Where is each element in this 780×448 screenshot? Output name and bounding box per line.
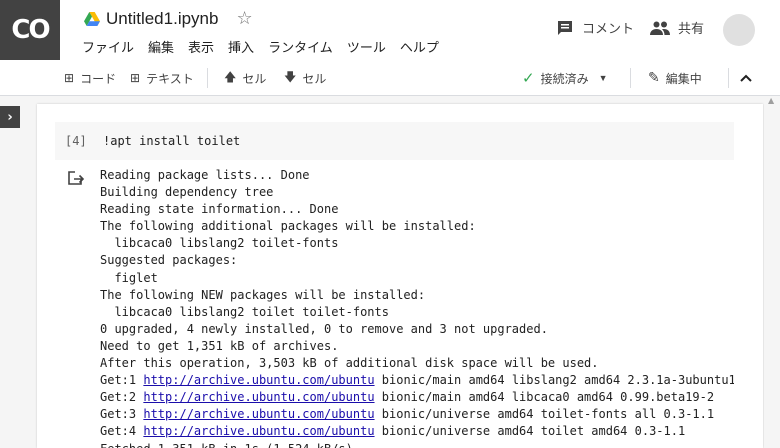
chevron-down-icon: ▼ bbox=[598, 73, 608, 83]
notebook-title[interactable]: Untitled1.ipynb bbox=[106, 9, 218, 29]
output-line-suffix: bionic/main amd64 libcaca0 amd64 0.99.be… bbox=[374, 390, 715, 405]
title-row: Untitled1.ipynb ☆ bbox=[84, 8, 253, 30]
add-code-button[interactable]: ⊞ コード bbox=[64, 60, 116, 96]
plus-icon: ⊞ bbox=[64, 71, 75, 85]
avatar[interactable] bbox=[723, 14, 755, 46]
sidebar-toggle-chevron-right-icon[interactable]: › bbox=[0, 106, 20, 128]
output-link[interactable]: http://archive.ubuntu.com/ubuntu bbox=[143, 373, 374, 387]
output-line: libcaca0 libslang2 toilet-fonts bbox=[100, 236, 339, 251]
output-link[interactable]: http://archive.ubuntu.com/ubuntu bbox=[143, 424, 374, 438]
notebook-area: › [4] !apt install toilet Reading packag… bbox=[0, 96, 780, 448]
move-cell-down-button[interactable]: 🡇 セル bbox=[284, 60, 326, 96]
output-line: Reading package lists... Done bbox=[100, 168, 310, 182]
output-line: Get:3 http://archive.ubuntu.com/ubuntu b… bbox=[100, 406, 734, 423]
comment-icon bbox=[558, 20, 572, 35]
menu-file[interactable]: ファイル bbox=[82, 37, 140, 56]
menu-bar: ファイル 編集 表示 挿入 ランタイム ツール ヘルプ bbox=[82, 37, 453, 56]
output-line: libcaca0 libslang2 toilet toilet-fonts bbox=[100, 304, 389, 319]
scroll-up-arrow-icon[interactable]: ▲ bbox=[768, 96, 774, 105]
add-text-label: テキスト bbox=[146, 71, 194, 86]
output-line: After this operation, 3,503 kB of additi… bbox=[100, 356, 599, 371]
output-line: Get:2 http://archive.ubuntu.com/ubuntu b… bbox=[100, 389, 734, 406]
menu-view[interactable]: 表示 bbox=[188, 37, 220, 56]
cell-input[interactable]: [4] !apt install toilet bbox=[55, 122, 734, 160]
comment-label: コメント bbox=[582, 21, 635, 36]
cell-output: Reading package lists... Done Building de… bbox=[100, 167, 734, 448]
output-line: Get:1 http://archive.ubuntu.com/ubuntu b… bbox=[100, 372, 734, 389]
output-line: The following NEW packages will be insta… bbox=[100, 287, 426, 302]
output-line-prefix: Get:2 bbox=[100, 390, 144, 405]
arrow-down-icon: 🡇 bbox=[284, 69, 297, 84]
people-icon bbox=[650, 21, 670, 35]
output-line: Get:4 http://archive.ubuntu.com/ubuntu b… bbox=[100, 423, 734, 440]
output-line-suffix: bionic/main amd64 libslang2 amd64 2.3.1a… bbox=[374, 373, 734, 388]
notebook-toolbar: ⊞ コード ⊞ テキスト 🡅 セル 🡇 セル ✓ 接続済み ▼ ✎ 編集中 bbox=[0, 60, 780, 96]
output-line: Building dependency tree bbox=[100, 185, 274, 200]
google-drive-icon bbox=[84, 12, 100, 26]
output-line: Need to get 1,351 kB of archives. bbox=[100, 338, 339, 353]
app-header: CO Untitled1.ipynb ☆ ファイル 編集 表示 挿入 ランタイム… bbox=[0, 0, 780, 60]
output-action-icon[interactable] bbox=[67, 170, 85, 186]
output-link[interactable]: http://archive.ubuntu.com/ubuntu bbox=[143, 390, 374, 404]
output-line: Suggested packages: bbox=[100, 253, 238, 268]
execution-count: [4] bbox=[65, 134, 87, 148]
add-text-button[interactable]: ⊞ テキスト bbox=[130, 60, 194, 96]
chevron-up-icon bbox=[740, 74, 752, 82]
share-button[interactable]: 共有 bbox=[650, 18, 704, 37]
output-line: figlet bbox=[100, 270, 158, 285]
output-line-prefix: Get:3 bbox=[100, 407, 144, 422]
output-line-suffix: bionic/universe amd64 toilet amd64 0.3-1… bbox=[374, 424, 686, 439]
output-line-prefix: Get:1 bbox=[100, 373, 144, 388]
scrollbar[interactable]: ▲ bbox=[764, 96, 780, 448]
output-line: Reading state information... Done bbox=[100, 202, 339, 217]
menu-help[interactable]: ヘルプ bbox=[400, 37, 445, 56]
check-icon: ✓ bbox=[522, 69, 535, 87]
output-link[interactable]: http://archive.ubuntu.com/ubuntu bbox=[143, 407, 374, 421]
cell-source[interactable]: !apt install toilet bbox=[103, 134, 240, 148]
share-label: 共有 bbox=[678, 21, 705, 36]
output-line-suffix: bionic/universe amd64 toilet-fonts all 0… bbox=[374, 407, 715, 422]
edit-mode-button[interactable]: ✎ 編集中 bbox=[648, 60, 702, 96]
add-code-label: コード bbox=[80, 71, 117, 86]
pencil-icon: ✎ bbox=[648, 70, 660, 86]
output-line-prefix: Get:4 bbox=[100, 424, 144, 439]
toolbar-divider bbox=[728, 68, 729, 88]
connection-status-button[interactable]: ✓ 接続済み ▼ bbox=[522, 60, 608, 96]
output-line: Fetched 1,351 kB in 1s (1,524 kB/s) bbox=[100, 441, 734, 448]
star-icon[interactable]: ☆ bbox=[236, 10, 252, 28]
edit-mode-label: 編集中 bbox=[665, 71, 702, 86]
toolbar-divider bbox=[630, 68, 631, 88]
move-down-label: セル bbox=[302, 71, 327, 86]
menu-edit[interactable]: 編集 bbox=[148, 37, 180, 56]
menu-insert[interactable]: 挿入 bbox=[228, 37, 260, 56]
plus-icon: ⊞ bbox=[130, 71, 141, 85]
connection-label: 接続済み bbox=[540, 71, 589, 86]
toolbar-divider bbox=[207, 68, 208, 88]
menu-tools[interactable]: ツール bbox=[347, 37, 392, 56]
comment-button[interactable]: コメント bbox=[556, 18, 634, 37]
output-line: The following additional packages will b… bbox=[100, 219, 476, 234]
output-line: 0 upgraded, 4 newly installed, 0 to remo… bbox=[100, 321, 548, 336]
move-up-label: セル bbox=[242, 71, 267, 86]
move-cell-up-button[interactable]: 🡅 セル bbox=[224, 60, 266, 96]
menu-runtime[interactable]: ランタイム bbox=[268, 37, 339, 56]
arrow-up-icon: 🡅 bbox=[224, 69, 237, 84]
collapse-header-button[interactable] bbox=[740, 60, 752, 96]
colab-logo[interactable]: CO bbox=[0, 0, 60, 60]
code-cell[interactable]: [4] !apt install toilet Reading package … bbox=[37, 104, 763, 448]
